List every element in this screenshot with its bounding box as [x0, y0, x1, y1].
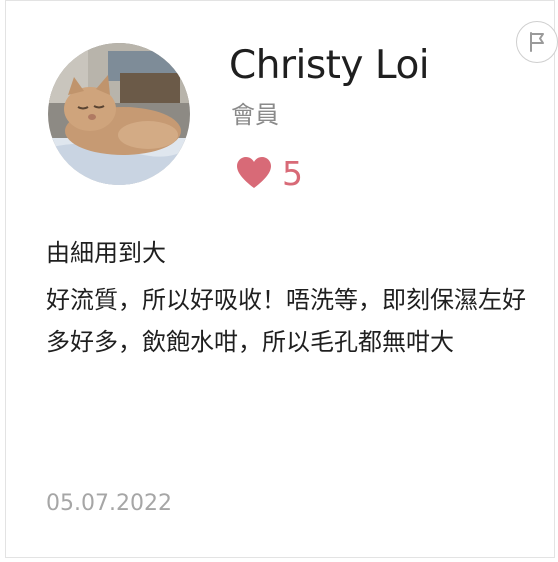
like-count: 5	[282, 153, 303, 193]
review-body: 好流質，所以好吸收！唔洗等，即刻保濕左好多好多，飲飽水咁，所以毛孔都無咁大	[46, 286, 526, 356]
like-button[interactable]: 5	[236, 151, 303, 195]
report-button[interactable]	[516, 21, 558, 63]
heart-icon	[237, 157, 271, 188]
review-card: Christy Loi 會員 5 由細用到大 好流質，所以好吸收！唔洗等，即刻保…	[5, 0, 558, 558]
reviewer-role: 會員	[231, 101, 279, 129]
review-date: 05.07.2022	[46, 491, 172, 516]
avatar	[48, 43, 190, 185]
flag-icon	[530, 32, 544, 52]
avatar-cat-image	[48, 43, 190, 185]
reviewer-name: Christy Loi	[229, 43, 430, 88]
review-title: 由細用到大	[46, 239, 166, 267]
